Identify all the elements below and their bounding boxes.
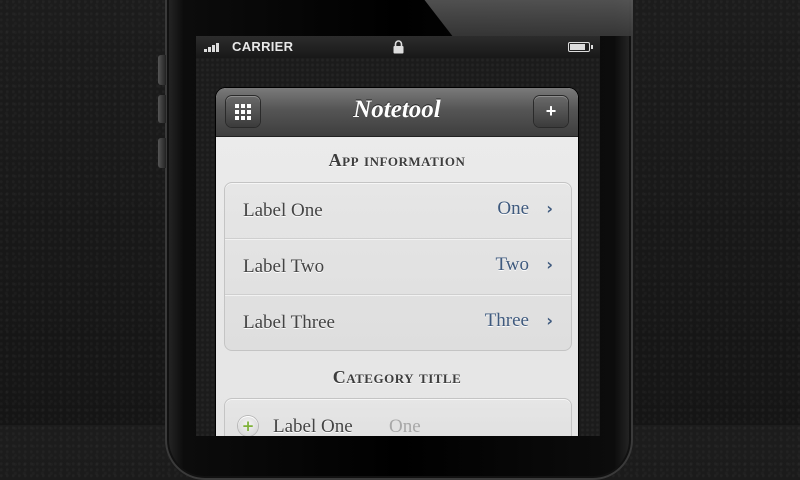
row-label: Label Two [243,256,325,277]
plus-icon: + [545,101,557,121]
chevron-right-icon: › [546,311,553,330]
chevron-right-icon: › [546,199,553,218]
section-title: App information [328,150,466,170]
volume-down-button [158,138,166,168]
status-bar: CARRIER [196,36,600,58]
app-information-group: Label One One › Label Two Two › Label Th… [224,182,572,351]
category-group: + Label One One [224,398,572,436]
app-panel: Notetool + App information Label One One… [216,88,578,436]
row-label: Label One [273,416,353,436]
row-placeholder: One [389,416,421,436]
volume-up-button [158,95,166,123]
signal-icon [204,42,219,52]
list-item[interactable]: Label Two Two › [225,239,571,295]
list-item[interactable]: + Label One One [225,399,571,436]
navigation-bar: Notetool + [216,88,578,137]
row-value: Three [484,310,529,331]
add-button[interactable]: + [534,96,568,127]
row-value: One [497,198,529,219]
add-circle-icon[interactable]: + [238,416,258,436]
row-label: Label One [243,200,323,221]
phone-glare [423,0,633,36]
lock-icon [393,40,404,54]
row-value: Two [495,254,529,275]
row-label: Label Three [243,312,335,333]
section-title: Category title [332,367,462,387]
list-item[interactable]: Label One One › [225,183,571,239]
battery-level [570,44,585,50]
battery-icon [568,42,593,52]
mute-switch [158,55,166,85]
app-background: Notetool + App information Label One One… [196,58,600,436]
phone-screen: CARRIER Notetool + App information Label… [196,36,600,436]
list-item[interactable]: Label Three Three › [225,295,571,350]
carrier-label: CARRIER [232,39,294,54]
chevron-right-icon: › [546,255,553,274]
app-title: Notetool [353,96,441,123]
